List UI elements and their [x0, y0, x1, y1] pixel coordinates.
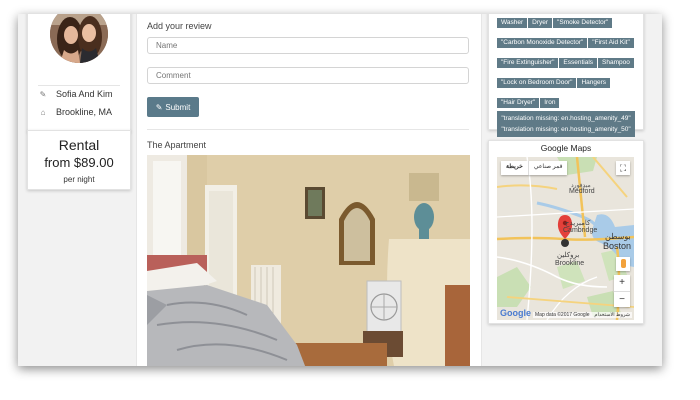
amenity-tag: Washer [497, 18, 528, 28]
amenity-tag: "Smoke Detector" [553, 18, 613, 28]
host-profile-card: ✎ Sofia And Kim ⌂ Brookline, MA [27, 14, 131, 132]
amenity-tags: Washer Dryer "Smoke Detector" "Carbon Monox… [497, 14, 637, 140]
map-label-boston: Boston [603, 241, 631, 251]
section-divider [147, 129, 469, 130]
zoom-out-button[interactable]: − [614, 292, 630, 307]
street-view-pegman-icon[interactable] [616, 257, 630, 271]
map-label-cambridge-ar: كامبريدج [565, 219, 591, 227]
apartment-heading: The Apartment [147, 140, 207, 150]
amenity-tag: Hangers [577, 78, 611, 88]
map-label-medford: Medford [569, 188, 595, 195]
amenity-tag: Dryer [528, 18, 553, 28]
amenity-tag-missing-translations: "translation missing: en.hosting_amenity… [497, 111, 635, 137]
host-location-row: ⌂ Brookline, MA [38, 107, 112, 117]
apartment-photo [147, 155, 470, 366]
amenity-tag: "Hair Dryer" [497, 98, 540, 108]
amenity-tag-missing: "translation missing: en.hosting_amenity… [501, 115, 631, 122]
maps-title: Google Maps [540, 143, 592, 153]
map-label-boston-ar: بوسطن [605, 232, 631, 241]
map-type-control: خريطة قمر صناعي [501, 161, 568, 175]
host-name: Sofia And Kim [56, 89, 113, 99]
rental-title: Rental [58, 137, 100, 153]
amenity-tag: Iron [540, 98, 560, 108]
map-terms-link[interactable]: شروط الاستخدام [592, 312, 632, 318]
map-view[interactable]: ميدفورد Medford كامبريدج Cambridge بوسطن… [497, 157, 634, 320]
amenity-tag: "Fire Extinguisher" [497, 58, 559, 68]
review-name-input[interactable] [147, 37, 469, 54]
amenity-tag: Shampoo [598, 58, 634, 68]
amenity-tag: "Carbon Monoxide Detector" [497, 38, 588, 48]
home-icon: ⌂ [40, 107, 46, 117]
main-content: Add your review ✎ Submit The Apartment [136, 14, 482, 366]
amenity-tag: Essentials [559, 58, 598, 68]
google-logo: Google [500, 308, 531, 318]
map-type-map-button[interactable]: خريطة [501, 161, 528, 175]
host-location: Brookline, MA [56, 107, 113, 117]
rental-price-card: Rental from $89.00 per night [27, 130, 131, 190]
profile-divider [38, 85, 120, 86]
rental-unit: per night [63, 175, 95, 184]
review-comment-input[interactable] [147, 67, 469, 84]
pencil-icon: ✎ [39, 89, 47, 99]
map-label-cambridge: Cambridge [563, 227, 597, 234]
zoom-control: + − [614, 275, 630, 307]
rental-price: from $89.00 [44, 155, 114, 170]
browser-viewport: ✎ Sofia And Kim ⌂ Brookline, MA Rental f… [18, 14, 662, 366]
pencil-icon: ✎ [155, 102, 163, 112]
map-label-brookline: Brookline [555, 260, 584, 267]
zoom-in-button[interactable]: + [614, 275, 630, 292]
submit-label: Submit [165, 102, 191, 112]
map-type-satellite-button[interactable]: قمر صناعي [527, 161, 568, 175]
fullscreen-icon[interactable]: ⛶ [616, 161, 630, 175]
amenity-tag: "Lock on Bedroom Door" [497, 78, 577, 88]
host-avatar [50, 14, 108, 63]
review-heading: Add your review [147, 21, 212, 31]
amenities-card: Washer Dryer "Smoke Detector" "Carbon Monox… [488, 14, 644, 137]
map-attribution: Map data ©2017 Google [533, 312, 592, 318]
host-name-row: ✎ Sofia And Kim [38, 89, 113, 99]
amenity-tag: "First Aid Kit" [588, 38, 634, 48]
amenity-tag-missing: "translation missing: en.hosting_amenity… [501, 126, 631, 133]
google-maps-card: Google Maps ميدفورد Medford كامبريدج Cam… [488, 140, 644, 324]
submit-button[interactable]: ✎ Submit [147, 97, 199, 117]
map-label-brookline-ar: بروكلين [557, 251, 579, 259]
